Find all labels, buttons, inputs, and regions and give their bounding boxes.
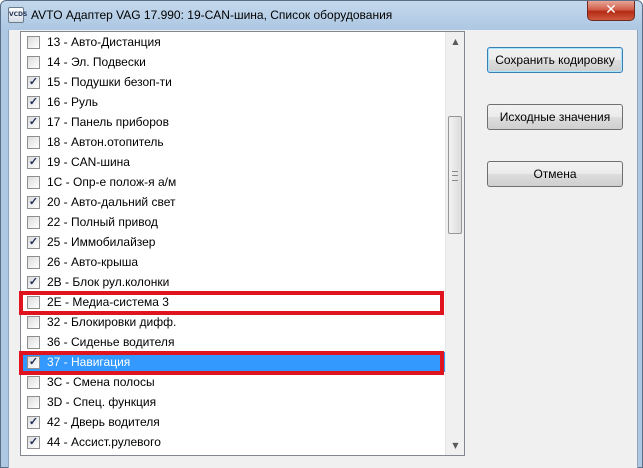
checkbox-checked[interactable]: ✓ [27, 196, 40, 209]
list-item[interactable]: ✓ 16 - Руль [21, 92, 445, 112]
list-item-label: 32 - Блокировки дифф. [47, 315, 177, 329]
checkbox-unchecked[interactable] [27, 336, 40, 349]
list-item[interactable]: 3D - Спец. функция [21, 392, 445, 412]
checkbox-unchecked[interactable] [27, 216, 40, 229]
checkbox-unchecked[interactable] [27, 136, 40, 149]
checkbox-checked[interactable]: ✓ [27, 416, 40, 429]
checkbox-checked[interactable]: ✓ [27, 356, 40, 369]
checkbox-checked[interactable]: ✓ [27, 436, 40, 449]
list-item[interactable]: 1C - Опр-е полож-я а/м [21, 172, 445, 192]
checkbox-unchecked[interactable] [27, 396, 40, 409]
grip-icon [452, 171, 458, 181]
list-item-label: 19 - CAN-шина [47, 155, 130, 169]
list-item[interactable]: ✓ 25 - Иммобилайзер [21, 232, 445, 252]
checkbox-checked[interactable]: ✓ [27, 236, 40, 249]
list-item-label: 37 - Навигация [47, 355, 131, 369]
cancel-button[interactable]: Отмена [487, 161, 623, 187]
list-item[interactable]: 32 - Блокировки дифф. [21, 312, 445, 332]
list-item[interactable]: ✓ 17 - Панель приборов [21, 112, 445, 132]
checkbox-unchecked[interactable] [27, 296, 40, 309]
dialog-client-area: 13 - Авто-Дистанция 14 - Эл. Подвески ✓ 15 … [8, 30, 638, 468]
list-item[interactable]: ✓ 19 - CAN-шина [21, 152, 445, 172]
list-item[interactable]: 13 - Авто-Дистанция [21, 32, 445, 52]
list-item[interactable]: ✓ 42 - Дверь водителя [21, 412, 445, 432]
list-item[interactable]: 36 - Сиденье водителя [21, 332, 445, 352]
list-item[interactable]: ✓ 2B - Блок рул.колонки [21, 272, 445, 292]
checkbox-unchecked[interactable] [27, 176, 40, 189]
list-item-label: 36 - Сиденье водителя [47, 335, 175, 349]
list-item-label: 2B - Блок рул.колонки [47, 275, 170, 289]
dialog-window: VCDS AVTO Адаптер VAG 17.990: 19-CAN-шин… [0, 0, 643, 468]
checkbox-unchecked[interactable] [27, 256, 40, 269]
list-item-label: 26 - Авто-крыша [47, 255, 139, 269]
list-item[interactable]: ✓ 44 - Ассист.рулевого [21, 432, 445, 452]
list-item[interactable]: ✓ 15 - Подушки безоп-ти [21, 72, 445, 92]
list-item-label: 20 - Авто-дальний свет [47, 195, 176, 209]
list-item-label: 1C - Опр-е полож-я а/м [47, 175, 177, 189]
list-item[interactable]: ✓ 20 - Авто-дальний свет [21, 192, 445, 212]
list-item-label: 42 - Дверь водителя [47, 415, 160, 429]
vertical-scrollbar[interactable]: ▲ ▼ [445, 32, 464, 455]
list-item-label: 3D - Спец. функция [47, 395, 157, 409]
list-item-label: 16 - Руль [47, 95, 99, 109]
list-item[interactable]: 14 - Эл. Подвески [21, 52, 445, 72]
equipment-checklist[interactable]: 13 - Авто-Дистанция 14 - Эл. Подвески ✓ 15 … [20, 31, 465, 456]
list-item[interactable]: 22 - Полный привод [21, 212, 445, 232]
checkbox-checked[interactable]: ✓ [27, 156, 40, 169]
list-item-label: 3C - Смена полосы [47, 375, 155, 389]
scroll-down-icon[interactable]: ▼ [447, 437, 464, 454]
scroll-up-icon[interactable]: ▲ [447, 33, 464, 50]
checkbox-unchecked[interactable] [27, 36, 40, 49]
list-item-label: 25 - Иммобилайзер [47, 235, 156, 249]
app-icon: VCDS [8, 7, 27, 23]
checkbox-checked[interactable]: ✓ [27, 96, 40, 109]
list-item[interactable]: 26 - Авто-крыша [21, 252, 445, 272]
checkbox-checked[interactable]: ✓ [27, 76, 40, 89]
scroll-thumb[interactable] [448, 116, 462, 234]
list-item[interactable]: 3C - Смена полосы [21, 372, 445, 392]
list-item-label: 44 - Ассист.рулевого [47, 435, 161, 449]
title-bar[interactable]: VCDS AVTO Адаптер VAG 17.990: 19-CAN-шин… [1, 1, 642, 30]
list-item-label: 13 - Авто-Дистанция [47, 35, 161, 49]
list-item[interactable]: 18 - Автон.отопитель [21, 132, 445, 152]
checkbox-unchecked[interactable] [27, 56, 40, 69]
close-button[interactable]: ✕ [587, 1, 635, 21]
list-item-label: 18 - Автон.отопитель [47, 135, 164, 149]
save-coding-button[interactable]: Сохранить кодировку [487, 47, 623, 73]
list-item[interactable]: ✓ 37 - Навигация [21, 352, 445, 372]
list-item-label: 22 - Полный привод [47, 215, 158, 229]
default-values-button[interactable]: Исходные значения [487, 104, 623, 130]
list-item[interactable]: 2E - Медиа-система 3 [21, 292, 445, 312]
checkbox-unchecked[interactable] [27, 376, 40, 389]
checkbox-unchecked[interactable] [27, 316, 40, 329]
list-item-label: 15 - Подушки безоп-ти [47, 75, 172, 89]
list-item-label: 14 - Эл. Подвески [47, 55, 146, 69]
list-item-label: 17 - Панель приборов [47, 115, 169, 129]
equipment-list: 13 - Авто-Дистанция 14 - Эл. Подвески ✓ 15 … [21, 32, 445, 452]
checkbox-checked[interactable]: ✓ [27, 276, 40, 289]
checkbox-checked[interactable]: ✓ [27, 116, 40, 129]
list-item-label: 2E - Медиа-система 3 [47, 295, 169, 309]
window-title: AVTO Адаптер VAG 17.990: 19-CAN-шина, Сп… [31, 8, 393, 22]
